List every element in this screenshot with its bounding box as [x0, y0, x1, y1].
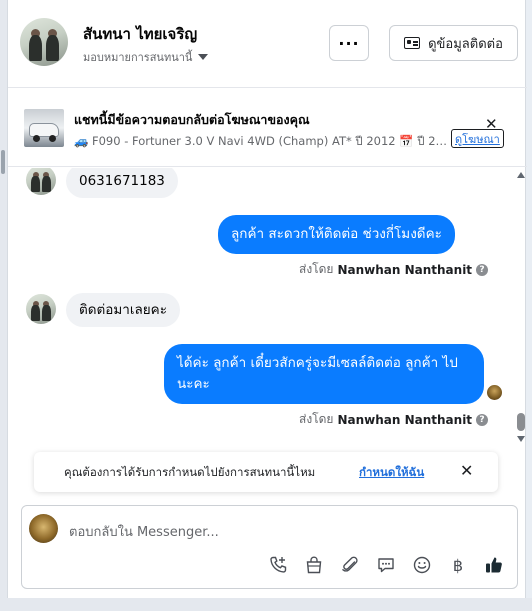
view-contact-label: ดูข้อมูลติดต่อ	[428, 36, 503, 52]
left-edge	[0, 0, 7, 611]
message-bubble-outgoing[interactable]: ได้ค่ะ ลูกค้า เดี๋ยวสักครู่จะมีเซลล์ติดต…	[164, 344, 484, 404]
composer-toolbar: ฿	[267, 553, 505, 577]
contact-card-icon	[404, 37, 421, 49]
shopping-bag-icon[interactable]	[303, 554, 325, 576]
assign-to-me-link[interactable]: กำหนดให้ฉัน	[359, 464, 424, 482]
sent-by-label: ส่งโดย Nanwhan Nanthanit ?	[299, 410, 489, 429]
scroll-down-arrow-icon[interactable]	[517, 436, 525, 442]
message-thread: 0631671183 ลูกค้า สะดวกให้ติดต่อ ช่วงกี่…	[8, 168, 527, 442]
resize-grip[interactable]	[1, 150, 5, 174]
sender-avatar	[26, 294, 56, 324]
paperclip-icon[interactable]	[339, 554, 361, 576]
reply-composer[interactable]: ตอบกลับใน Messenger... ฿	[21, 505, 518, 589]
sent-by-label: ส่งโดย Nanwhan Nanthanit ?	[299, 260, 489, 279]
conversation-panel: สันทนา ไทยเจริญ มอบหมายการสนทนานี้ ··· ด…	[7, 0, 527, 598]
seen-avatar	[487, 385, 502, 400]
info-icon[interactable]: ?	[476, 263, 489, 276]
ad-thumbnail	[24, 109, 64, 147]
sender-avatar	[26, 168, 56, 195]
contact-avatar[interactable]	[20, 18, 68, 66]
conversation-header: สันทนา ไทยเจริญ มอบหมายการสนทนานี้ ··· ด…	[8, 0, 527, 88]
sent-by-name: Nanwhan Nanthanit	[337, 262, 473, 277]
close-icon[interactable]: ✕	[485, 117, 498, 132]
reply-input[interactable]: ตอบกลับใน Messenger...	[69, 521, 219, 542]
assign-prompt-question: คุณต้องการได้รับการกำหนดไปยังการสนทนานี้…	[64, 465, 316, 479]
more-options-button[interactable]: ···	[329, 25, 369, 61]
baht-icon[interactable]: ฿	[447, 554, 469, 576]
contact-name[interactable]: สันทนา ไทยเจริญ	[83, 22, 197, 46]
chat-bubble-icon[interactable]	[375, 554, 397, 576]
close-icon[interactable]: ✕	[460, 461, 473, 480]
sent-by-prefix: ส่งโดย	[299, 412, 334, 426]
message-bubble-incoming[interactable]: ติดต่อมาเลยคะ	[66, 293, 180, 327]
view-contact-button[interactable]: ดูข้อมูลติดต่อ	[389, 25, 518, 61]
thread-scrollbar[interactable]	[515, 168, 527, 450]
message-bubble-outgoing[interactable]: ลูกค้า สะดวกให้ติดต่อ ช่วงกี่โมงดีคะ	[218, 215, 455, 254]
ad-banner-subtitle: 🚙 F090 - Fortuner 3.0 V Navi 4WD (Champ)…	[74, 134, 452, 148]
page-avatar	[29, 514, 58, 543]
smiley-icon[interactable]	[411, 554, 433, 576]
sent-by-prefix: ส่งโดย	[299, 262, 334, 276]
thumbs-up-icon[interactable]	[483, 554, 505, 576]
phone-plus-icon[interactable]	[267, 554, 289, 576]
bottom-edge	[0, 598, 532, 611]
ad-reply-banner: แชทนี้มีข้อความตอบกลับต่อโฆษณาของคุณ 🚙 F…	[8, 89, 527, 167]
sent-by-name: Nanwhan Nanthanit	[337, 412, 473, 427]
ad-banner-title: แชทนี้มีข้อความตอบกลับต่อโฆษณาของคุณ	[74, 112, 310, 127]
assign-dropdown[interactable]: มอบหมายการสนทนานี้	[83, 48, 209, 66]
caret-down-icon	[198, 54, 209, 60]
assign-prompt: คุณต้องการได้รับการกำหนดไปยังการสนทนานี้…	[34, 452, 498, 492]
message-bubble-incoming[interactable]: 0631671183	[66, 168, 178, 198]
info-icon[interactable]: ?	[476, 413, 489, 426]
assign-label: มอบหมายการสนทนานี้	[83, 51, 193, 64]
scroll-thumb[interactable]	[517, 413, 525, 431]
scroll-up-arrow-icon[interactable]	[517, 172, 525, 178]
